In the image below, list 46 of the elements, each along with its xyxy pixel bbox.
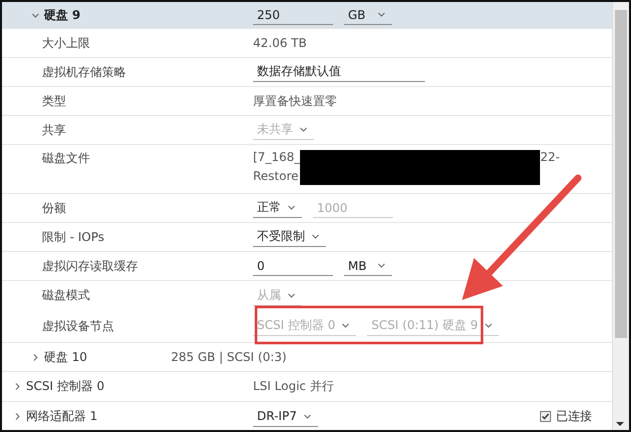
file-path: 22- <box>540 150 560 164</box>
dropdown[interactable]: 正常 <box>253 198 302 218</box>
caret-icon <box>377 261 386 270</box>
dropdown[interactable]: DR-IP7 <box>253 406 318 426</box>
summary-value: LSI Logic 并行 <box>253 378 334 395</box>
property-value: 厚置备快速置零 <box>253 92 337 110</box>
caret-icon <box>484 321 493 330</box>
dropdown[interactable]: GB <box>344 5 392 25</box>
dropdown[interactable]: MB <box>344 256 392 276</box>
section-title: 网络适配器 1 <box>26 408 98 425</box>
section-title: 硬盘 9 <box>44 6 81 24</box>
summary-value: 285 GB | SCSI (0:3) <box>171 350 287 364</box>
property-value: 42.06 TB <box>253 36 307 50</box>
file-path: Restore <box>253 169 299 183</box>
section-title: 硬盘 10 <box>44 348 88 366</box>
property-label: 限制 - IOPs <box>41 228 106 246</box>
property-label: 大小上限 <box>41 34 91 52</box>
caret-icon <box>377 10 386 19</box>
property-label: 类型 <box>41 92 67 110</box>
property-label: 虚拟设备节点 <box>41 318 115 334</box>
file-path: [7_168_ <box>253 150 300 164</box>
expand-icon[interactable] <box>13 382 22 391</box>
caret-icon <box>311 232 320 241</box>
caret-icon <box>287 290 296 300</box>
caret-icon <box>287 203 296 212</box>
expand-icon[interactable] <box>31 10 40 20</box>
input-field[interactable]: 数据存储默认值 <box>253 62 425 82</box>
caret-icon <box>299 125 308 134</box>
input-field[interactable]: 0 <box>253 256 333 276</box>
scroll-down-icon[interactable] <box>616 422 624 426</box>
property-label: 磁盘模式 <box>41 287 91 304</box>
scrollbar[interactable] <box>612 2 629 430</box>
input-field[interactable]: 250 <box>253 5 333 25</box>
property-label: 虚拟机存储策略 <box>41 64 127 80</box>
property-label: 虚拟闪存读取缓存 <box>41 258 139 274</box>
expand-icon[interactable] <box>31 352 40 362</box>
checkbox[interactable] <box>540 411 551 422</box>
caret-icon <box>302 412 312 420</box>
property-label: 磁盘文件 <box>41 150 91 167</box>
checkbox-label: 已连接 <box>556 408 592 425</box>
caret-icon <box>341 321 350 330</box>
property-label: 份额 <box>41 200 67 216</box>
expand-icon[interactable] <box>13 412 22 421</box>
property-label: 共享 <box>41 122 67 138</box>
section-title: SCSI 控制器 0 <box>26 378 104 395</box>
dropdown[interactable]: 不受限制 <box>253 227 326 247</box>
